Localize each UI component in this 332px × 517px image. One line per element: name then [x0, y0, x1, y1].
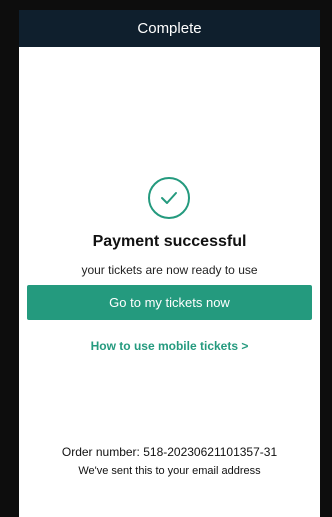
checkmark-icon: [160, 192, 177, 204]
payment-status-subtext: your tickets are now ready to use: [81, 263, 258, 277]
confirmation-panel: Payment successful your tickets are now …: [19, 47, 320, 517]
order-number: Order number: 518-20230621101357-31: [61, 445, 278, 459]
top-bar: Complete: [19, 10, 320, 47]
email-confirmation-note: We've sent this to your email address: [78, 465, 261, 477]
mobile-tickets-help-link[interactable]: How to use mobile tickets >: [19, 339, 320, 353]
check-circle-icon: [147, 177, 190, 219]
app-screen: Complete Payment successful your tickets…: [19, 10, 320, 517]
payment-status-heading: Payment successful: [92, 233, 247, 250]
page-title: Complete: [137, 20, 202, 37]
device-frame: Complete Payment successful your tickets…: [0, 0, 332, 517]
go-to-tickets-button[interactable]: Go to my tickets now: [27, 285, 312, 320]
